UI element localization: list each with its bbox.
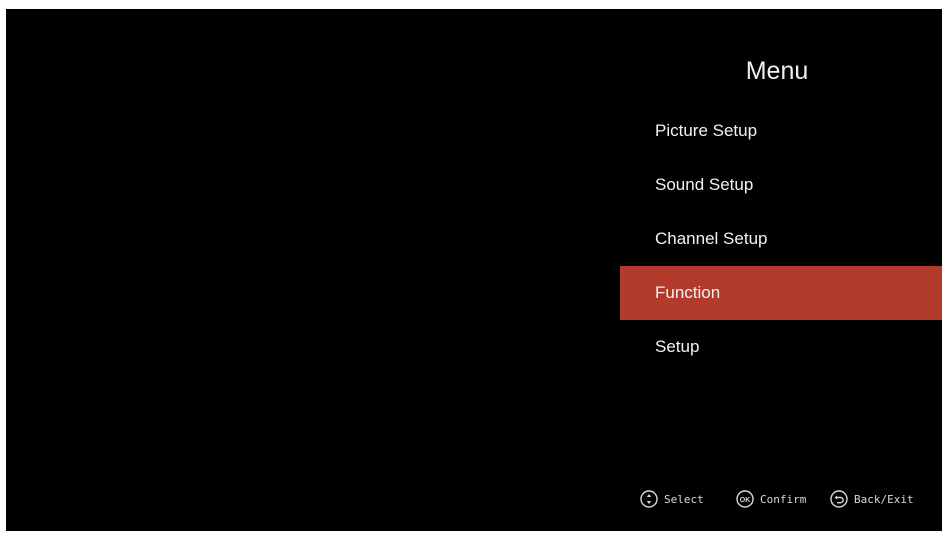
select-hint-label: Select — [664, 492, 704, 506]
menu-item-setup[interactable]: Setup — [620, 320, 942, 374]
back-hint-label: Back/Exit — [854, 492, 914, 506]
hint-bar: Select OK Confirm Back/Exit — [620, 487, 942, 511]
menu-item-channel-setup[interactable]: Channel Setup — [620, 212, 942, 266]
menu-panel: Menu Picture Setup Sound Setup Channel S… — [620, 9, 942, 531]
tv-screen: Menu Picture Setup Sound Setup Channel S… — [6, 9, 942, 531]
select-hint: Select — [640, 487, 704, 511]
confirm-hint: OK Confirm — [736, 487, 806, 511]
ok-button-icon: OK — [736, 490, 754, 508]
back-hint: Back/Exit — [830, 487, 914, 511]
ok-glyph: OK — [740, 497, 751, 504]
menu-item-sound-setup[interactable]: Sound Setup — [620, 158, 942, 212]
dpad-icon — [640, 490, 658, 508]
menu-title: Menu — [745, 57, 809, 85]
menu-item-picture-setup[interactable]: Picture Setup — [620, 104, 942, 158]
confirm-hint-label: Confirm — [760, 492, 807, 506]
menu-item-function[interactable]: Function — [620, 266, 942, 320]
menu-list: Picture Setup Sound Setup Channel Setup … — [620, 104, 942, 374]
back-arrow-icon — [830, 490, 848, 508]
